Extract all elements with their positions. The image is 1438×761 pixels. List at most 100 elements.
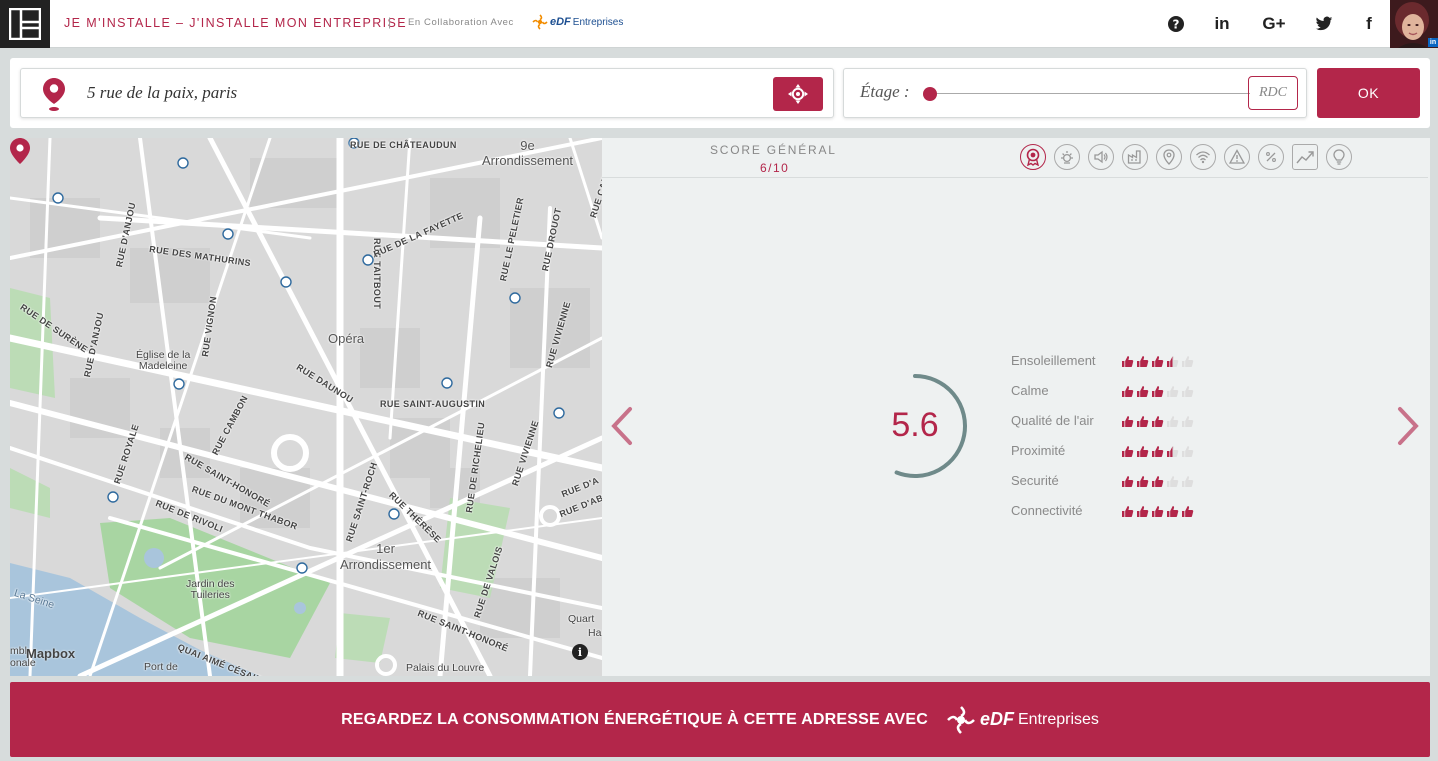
floor-selector: Étage : RDC xyxy=(843,68,1307,118)
thumbs-up-icon xyxy=(1152,476,1164,487)
thumbs-up-icon xyxy=(1122,506,1134,517)
bulb-icon[interactable] xyxy=(1326,144,1352,170)
top-bar: JE M'INSTALLE – J'INSTALLE MON ENTREPRIS… xyxy=(0,0,1438,48)
linkedin-glyph: in xyxy=(1214,14,1230,33)
score-subtitle: 6/10 xyxy=(760,161,790,175)
svg-text:?: ? xyxy=(1173,18,1180,32)
google-plus-icon[interactable]: G+ xyxy=(1260,12,1288,36)
criterion-rating xyxy=(1121,445,1194,458)
criterion-rating xyxy=(1121,475,1194,488)
ok-button[interactable]: OK xyxy=(1317,68,1420,118)
thumbs-up-icon xyxy=(1182,416,1194,427)
criteria-tabs xyxy=(1020,144,1352,170)
sound-icon[interactable] xyxy=(1088,144,1114,170)
percent-icon[interactable] xyxy=(1258,144,1284,170)
map-marker-icon[interactable] xyxy=(10,138,30,166)
thumbs-up-icon xyxy=(1152,416,1164,427)
poi-label: Jardin des Tuileries xyxy=(186,578,235,601)
floor-label: Étage : xyxy=(860,82,910,101)
thumbs-up-icon xyxy=(1182,446,1194,457)
edf-footer-logo: eDF Entreprises xyxy=(946,705,1099,735)
criterion-label: Securité xyxy=(1011,473,1059,488)
edf-suffix: Entreprises xyxy=(572,16,624,28)
thumbs-up-icon xyxy=(1137,416,1149,427)
poi-label: Ha xyxy=(588,627,602,639)
thumbs-up-icon xyxy=(1182,386,1194,397)
app-title: JE M'INSTALLE – J'INSTALLE MON ENTREPRIS… xyxy=(64,16,408,30)
poi-label: Port de xyxy=(144,661,178,673)
factory-icon[interactable] xyxy=(1122,144,1148,170)
criterion-label: Proximité xyxy=(1011,443,1066,458)
area-label: Opéra xyxy=(328,331,365,346)
criterion-rating xyxy=(1121,505,1194,518)
thumbs-up-icon xyxy=(1182,476,1194,487)
twitter-icon[interactable] xyxy=(1312,12,1336,36)
user-avatar[interactable]: in xyxy=(1390,0,1438,48)
thumbs-up-icon xyxy=(1182,356,1194,367)
facebook-icon[interactable]: f xyxy=(1357,12,1381,36)
app-logo[interactable] xyxy=(0,0,50,48)
help-icon[interactable]: ? xyxy=(1164,12,1188,36)
score-divider xyxy=(602,177,1428,178)
thumbs-up-icon xyxy=(1182,506,1194,517)
map[interactable]: RUE DE CHÂTEAUDUN RUE TAITBOUT RUE DE LA… xyxy=(10,138,602,676)
edf-swirl-icon xyxy=(947,705,975,734)
previous-arrow-icon[interactable] xyxy=(610,406,634,446)
award-icon[interactable] xyxy=(1020,144,1046,170)
thumbs-up-icon xyxy=(1167,476,1179,487)
poi-label: Quart xyxy=(568,613,595,625)
sun-icon[interactable] xyxy=(1054,144,1080,170)
criterion-label: Calme xyxy=(1011,383,1049,398)
score-panel: SCORE GÉNÉRAL 6/10 5.6 Ensoleillement Ca… xyxy=(602,138,1430,676)
next-arrow-icon[interactable] xyxy=(1396,406,1420,446)
area-label: 1er Arrondissement xyxy=(340,541,432,572)
thumbs-up-icon xyxy=(1122,386,1134,397)
criterion-rating xyxy=(1121,355,1194,368)
poi-label: Église de la Madeleine xyxy=(136,349,191,372)
location-icon[interactable] xyxy=(1156,144,1182,170)
linkedin-icon[interactable]: in xyxy=(1210,12,1234,36)
edf-logo[interactable]: eDF Entreprises xyxy=(532,13,623,31)
floor-value: RDC xyxy=(1248,76,1298,110)
floor-slider-handle[interactable] xyxy=(923,87,937,101)
criterion-label: Connectivité xyxy=(1011,503,1083,518)
edf-word: eDF xyxy=(550,16,571,28)
collaboration-text: En Collaboration Avec xyxy=(408,17,514,28)
thumbs-up-icon xyxy=(1137,356,1149,367)
thumbs-up-icon xyxy=(1122,446,1134,457)
criterion-rating xyxy=(1121,385,1194,398)
avatar-linkedin-badge: in xyxy=(1428,38,1438,47)
wifi-icon[interactable] xyxy=(1190,144,1216,170)
location-pin-icon xyxy=(43,78,65,111)
crosshair-icon xyxy=(788,84,808,104)
warning-icon[interactable] xyxy=(1224,144,1250,170)
thumbs-up-icon xyxy=(1122,356,1134,367)
thumbs-up-icon xyxy=(1152,506,1164,517)
thumbs-up-icon xyxy=(1122,476,1134,487)
mapbox-attribution[interactable]: Mapbox xyxy=(26,646,75,661)
thumbs-up-icon xyxy=(1167,446,1179,457)
edf-word: eDF xyxy=(979,709,1014,729)
street-label: RUE DE CHÂTEAUDUN xyxy=(350,140,457,150)
thumbs-up-icon xyxy=(1167,416,1179,427)
trend-icon[interactable] xyxy=(1292,144,1318,170)
google-plus-glyph: G+ xyxy=(1262,14,1286,33)
address-input[interactable] xyxy=(87,79,767,107)
score-title: SCORE GÉNÉRAL xyxy=(710,143,837,157)
title-separator: | xyxy=(388,15,392,29)
criterion-rating xyxy=(1121,415,1194,428)
thumbs-up-icon xyxy=(1167,506,1179,517)
criterion-label: Qualité de l'air xyxy=(1011,413,1094,428)
thumbs-up-icon xyxy=(1122,416,1134,427)
poi-label: Palais du Louvre xyxy=(406,662,485,674)
thumbs-up-icon xyxy=(1167,356,1179,367)
facebook-glyph: f xyxy=(1366,14,1372,33)
score-value: 5.6 xyxy=(891,406,939,444)
locate-button[interactable] xyxy=(773,77,823,111)
map-info-icon[interactable]: i xyxy=(572,644,588,660)
thumbs-up-icon xyxy=(1152,356,1164,367)
thumbs-up-icon xyxy=(1137,506,1149,517)
floor-slider-track[interactable] xyxy=(930,93,1250,94)
edf-suffix: Entreprises xyxy=(1017,710,1099,728)
energy-cta-banner[interactable]: REGARDEZ LA CONSOMMATION ÉNERGÉTIQUE À C… xyxy=(10,682,1430,757)
